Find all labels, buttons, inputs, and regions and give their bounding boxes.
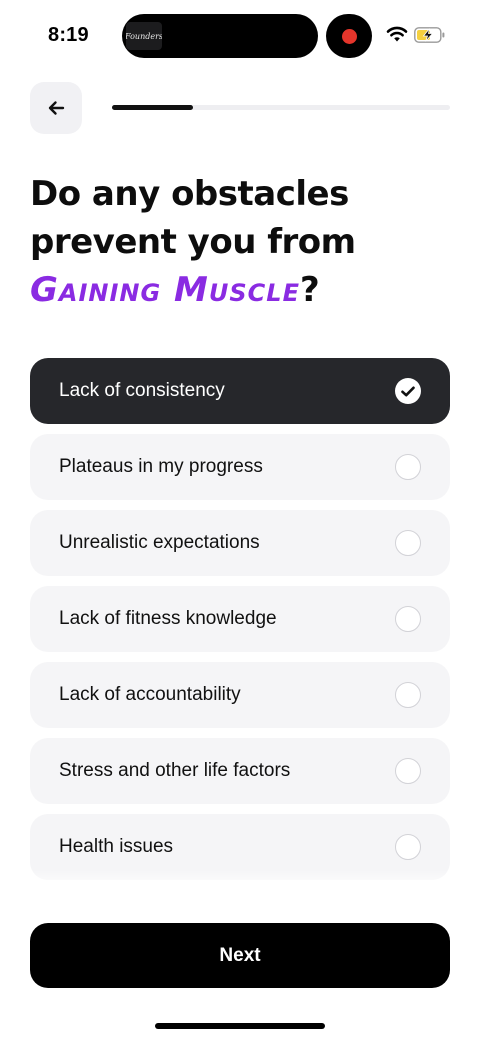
arrow-left-icon bbox=[48, 101, 65, 115]
radio-unchecked-icon[interactable] bbox=[395, 606, 421, 632]
wifi-icon bbox=[386, 26, 408, 42]
page-title-line-2: prevent you from bbox=[30, 222, 356, 262]
goal-highlight: Gaining Muscle bbox=[30, 270, 300, 310]
option-label: Health issues bbox=[59, 836, 174, 857]
radio-unchecked-icon[interactable] bbox=[395, 530, 421, 556]
option-item[interactable]: Stress and other life factors bbox=[30, 738, 450, 804]
home-indicator[interactable] bbox=[155, 1023, 325, 1029]
back-button[interactable] bbox=[30, 82, 82, 134]
next-button-label: Next bbox=[219, 944, 261, 966]
option-label: Unrealistic expectations bbox=[59, 532, 260, 553]
obstacle-options-list[interactable]: Lack of consistency Plateaus in my progre… bbox=[30, 358, 450, 890]
record-icon bbox=[341, 28, 357, 44]
list-fade bbox=[30, 870, 450, 890]
dynamic-island[interactable]: Founders bbox=[122, 14, 318, 58]
now-playing-thumbnail: Founders bbox=[126, 22, 162, 50]
battery-charging-icon bbox=[414, 27, 445, 43]
page-title-line-3: Gaining Muscle? bbox=[30, 266, 460, 314]
radio-unchecked-icon[interactable] bbox=[395, 758, 421, 784]
status-time: 8:19 bbox=[48, 24, 89, 46]
radio-unchecked-icon[interactable] bbox=[395, 834, 421, 860]
status-bar: 8:19 Founders bbox=[0, 0, 480, 72]
page-title-line-1: Do any obstacles bbox=[30, 174, 349, 214]
option-item[interactable]: Lack of consistency bbox=[30, 358, 450, 424]
option-label: Plateaus in my progress bbox=[59, 456, 263, 477]
page-title: Do any obstacles prevent you from Gainin… bbox=[30, 170, 460, 314]
option-label: Stress and other life factors bbox=[59, 760, 291, 781]
question-mark: ? bbox=[299, 270, 320, 310]
option-label: Lack of consistency bbox=[59, 380, 225, 401]
option-item[interactable]: Lack of accountability bbox=[30, 662, 450, 728]
option-item[interactable]: Unrealistic expectations bbox=[30, 510, 450, 576]
progress-bar-fill bbox=[112, 105, 194, 110]
option-item[interactable]: Lack of fitness knowledge bbox=[30, 586, 450, 652]
now-playing-thumbnail-text: Founders bbox=[126, 31, 162, 41]
radio-unchecked-icon[interactable] bbox=[395, 454, 421, 480]
option-item[interactable]: Plateaus in my progress bbox=[30, 434, 450, 500]
checkmark-icon[interactable] bbox=[395, 378, 421, 404]
screen-recording-indicator[interactable] bbox=[326, 14, 372, 58]
progress-bar bbox=[112, 105, 450, 110]
option-label: Lack of fitness knowledge bbox=[59, 608, 277, 629]
option-label: Lack of accountability bbox=[59, 684, 241, 705]
next-button[interactable]: Next bbox=[30, 923, 450, 988]
radio-unchecked-icon[interactable] bbox=[395, 682, 421, 708]
